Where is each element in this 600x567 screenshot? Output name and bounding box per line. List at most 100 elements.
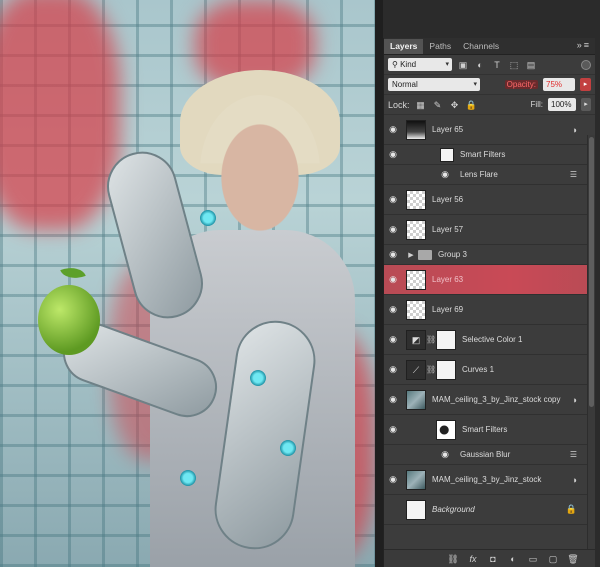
layer-row[interactable]: ◉ Layer 69 [384, 295, 595, 325]
eye-icon[interactable]: ◉ [436, 169, 454, 180]
eye-icon[interactable]: ◉ [384, 124, 402, 135]
smart-filters-row[interactable]: ◉ Smart Filters [384, 415, 595, 445]
blend-mode-select[interactable]: Normal ▾ [388, 78, 480, 91]
filter-options-icon[interactable]: ☰ [570, 170, 577, 179]
background-layer-row[interactable]: ◉ Background 🔒 [384, 495, 595, 525]
woman-face [200, 95, 320, 245]
adjustment-filter-icon[interactable]: ◐ [474, 59, 486, 71]
lock-transparency-icon[interactable]: ▦ [415, 99, 427, 111]
eye-icon[interactable]: ◉ [384, 394, 402, 405]
eye-icon[interactable]: ◉ [384, 224, 402, 235]
layer-name: Group 3 [438, 250, 467, 259]
new-layer-icon[interactable]: ▢ [547, 553, 559, 565]
filter-toggle[interactable] [581, 59, 591, 70]
filter-kind-select[interactable]: ⚲ Kind ▾ [388, 58, 452, 71]
cyan-light [280, 440, 296, 456]
shape-filter-icon[interactable]: ⬚ [508, 59, 520, 71]
layer-row[interactable]: ◉ Layer 57 [384, 215, 595, 245]
filter-mask-thumbnail [440, 147, 454, 162]
adjustment-icon[interactable]: ◐ [507, 553, 519, 565]
chevron-right-icon[interactable]: ▶ [406, 251, 416, 259]
panel-divider [375, 0, 383, 567]
group-icon[interactable]: ▭ [527, 553, 539, 565]
lock-pixels-icon[interactable]: ✎ [432, 99, 444, 111]
filter-row[interactable]: ◉ ◉ Lens Flare ☰ [384, 165, 595, 185]
layer-name: Smart Filters [462, 425, 508, 434]
eye-icon[interactable]: ◉ [384, 249, 402, 260]
adjustment-layer-row[interactable]: ◉ ⟋ ⛓ Curves 1 [384, 355, 595, 385]
smart-filters-row[interactable]: ◉ Smart Filters [384, 145, 595, 165]
tab-layers[interactable]: Layers [384, 39, 424, 54]
lock-all-icon[interactable]: 🔒 [466, 99, 478, 111]
trash-icon[interactable]: 🗑 [567, 553, 579, 565]
type-filter-icon[interactable]: T [491, 59, 503, 71]
opacity-slider-button[interactable]: ▸ [580, 78, 591, 91]
panel-tabs: Layers Paths Channels »≡ [384, 38, 595, 55]
search-icon: ⚲ [392, 60, 401, 69]
mask-icon[interactable]: ◘ [487, 553, 499, 565]
filter-options-icon[interactable]: ☰ [570, 450, 577, 459]
tab-channels[interactable]: Channels [457, 39, 505, 54]
scrollbar-thumb[interactable] [589, 137, 594, 407]
layer-row-selected[interactable]: ◉ Layer 63 [384, 265, 595, 295]
eye-icon[interactable]: ◉ [384, 334, 402, 345]
layer-thumbnail [406, 269, 426, 290]
layer-name: Lens Flare [460, 170, 498, 179]
smart-object-icon: ◑ [571, 474, 577, 485]
layer-row[interactable]: ◉ MAM_ceiling_3_by_Jinz_stock ◑ [384, 465, 595, 495]
eye-icon[interactable]: ◉ [384, 474, 402, 485]
layer-list: ◉ Layer 65 ◑ ◉ Smart Filters ◉ ◉ Lens Fl… [384, 115, 595, 525]
fill-input[interactable]: 100% [548, 98, 576, 111]
fill-slider-button[interactable]: ▸ [581, 98, 591, 111]
eye-icon[interactable]: ◉ [384, 364, 402, 375]
layer-thumbnail [406, 299, 426, 320]
smart-object-filter-icon[interactable]: ▤ [525, 59, 537, 71]
adjustment-layer-row[interactable]: ◉ ◩ ⛓ Selective Color 1 [384, 325, 595, 355]
layer-thumbnail [406, 189, 426, 210]
image-canvas[interactable] [0, 0, 375, 567]
lock-label: Lock: [388, 99, 410, 110]
scrollbar[interactable] [587, 135, 595, 549]
panel-top-area [383, 0, 600, 38]
layer-thumbnail [406, 219, 426, 240]
fx-icon[interactable]: fx [467, 553, 479, 565]
lock-row: Lock: ▦ ✎ ✥ 🔒 Fill: 100% ▸ [384, 95, 595, 115]
layer-thumbnail [406, 499, 426, 520]
panel-bottom-toolbar: ⛓ fx ◘ ◐ ▭ ▢ 🗑 [384, 549, 595, 567]
eye-icon[interactable]: ◉ [384, 149, 402, 160]
layer-name: MAM_ceiling_3_by_Jinz_stock [432, 475, 542, 484]
mask-thumbnail [436, 359, 456, 380]
eye-icon[interactable]: ◉ [384, 194, 402, 205]
layer-name: Layer 57 [432, 225, 464, 234]
panel-menu-icon[interactable]: »≡ [577, 40, 591, 50]
lock-position-icon[interactable]: ✥ [449, 99, 461, 111]
smart-object-icon: ◑ [571, 394, 577, 405]
layer-thumbnail [406, 469, 426, 490]
eye-icon[interactable]: ◉ [384, 304, 402, 315]
eye-icon[interactable]: ◉ [384, 424, 402, 435]
chevron-down-icon: ▾ [445, 61, 449, 68]
layer-name: Layer 69 [432, 305, 464, 314]
filter-row[interactable]: ◉ ◉ Gaussian Blur ☰ [384, 445, 595, 465]
selective-color-icon: ◩ [406, 329, 426, 350]
eye-icon[interactable]: ◉ [436, 449, 454, 460]
cyan-light [250, 370, 266, 386]
blend-row: Normal ▾ Opacity: 75% ▸ [384, 75, 595, 95]
cyan-light [180, 470, 196, 486]
lock-icon: 🔒 [565, 504, 577, 514]
curves-icon: ⟋ [406, 359, 426, 380]
image-filter-icon[interactable]: ▣ [457, 59, 469, 71]
cyan-light [200, 210, 216, 226]
mask-thumbnail [436, 329, 456, 350]
layer-name: Smart Filters [460, 150, 506, 159]
layer-name: MAM_ceiling_3_by_Jinz_stock copy [432, 395, 561, 404]
layer-row[interactable]: ◉ MAM_ceiling_3_by_Jinz_stock copy ◑ [384, 385, 595, 415]
layer-thumbnail [406, 119, 426, 140]
layer-row[interactable]: ◉ Layer 56 [384, 185, 595, 215]
opacity-input[interactable]: 75% [543, 78, 575, 91]
layer-row[interactable]: ◉ Layer 65 ◑ [384, 115, 595, 145]
link-icon[interactable]: ⛓ [447, 553, 459, 565]
group-row[interactable]: ◉ ▶ Group 3 [384, 245, 595, 265]
eye-icon[interactable]: ◉ [384, 274, 402, 285]
tab-paths[interactable]: Paths [423, 39, 457, 54]
